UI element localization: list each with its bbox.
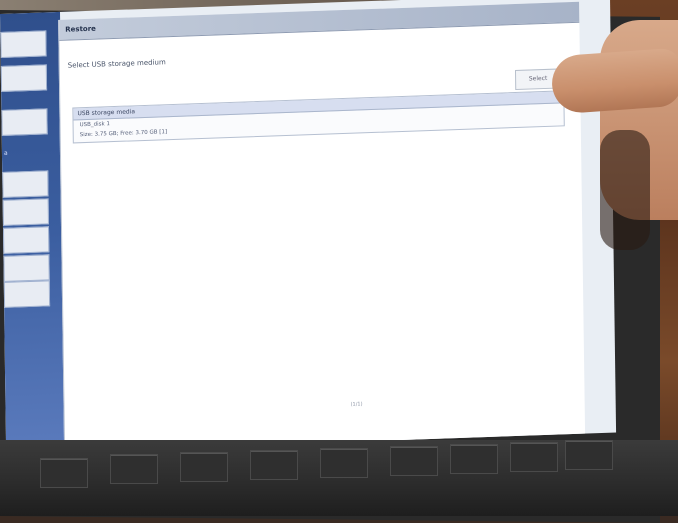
- function-key-5[interactable]: [320, 448, 368, 478]
- sidebar-button-3[interactable]: [1, 108, 48, 136]
- sidebar-button-1[interactable]: [0, 30, 47, 58]
- hand-shadow: [600, 130, 650, 250]
- dialog-title: Restore: [65, 24, 96, 34]
- sidebar-button-7[interactable]: [3, 254, 50, 282]
- left-sidebar: a: [0, 11, 67, 454]
- dialog-prompt: Select USB storage medium: [67, 58, 166, 70]
- sidebar-button-8[interactable]: [3, 280, 51, 308]
- sidebar-button-5[interactable]: [2, 198, 49, 226]
- sidebar-button-4[interactable]: [2, 170, 49, 198]
- function-key-7[interactable]: [450, 444, 498, 474]
- function-key-9[interactable]: [565, 440, 613, 470]
- function-key-1[interactable]: [40, 458, 88, 488]
- tablet-screen: a Restore Select USB storage medium Sele…: [0, 0, 617, 454]
- restore-dialog: Restore Select USB storage medium Select…: [58, 1, 586, 454]
- function-key-2[interactable]: [110, 454, 158, 484]
- sidebar-button-6[interactable]: [2, 226, 50, 254]
- sidebar-button-2[interactable]: [0, 64, 48, 92]
- tablet-bottom-bezel: [0, 440, 678, 516]
- sidebar-note: a: [3, 149, 8, 157]
- function-key-8[interactable]: [510, 442, 558, 472]
- function-key-6[interactable]: [390, 446, 438, 476]
- usb-media-table: USB storage media USB_disk 1 Size: 3.75 …: [72, 90, 565, 144]
- function-key-3[interactable]: [180, 452, 228, 482]
- page-indicator: (1/1): [350, 401, 363, 408]
- finger-pointing: [550, 47, 678, 115]
- function-key-4[interactable]: [250, 450, 298, 480]
